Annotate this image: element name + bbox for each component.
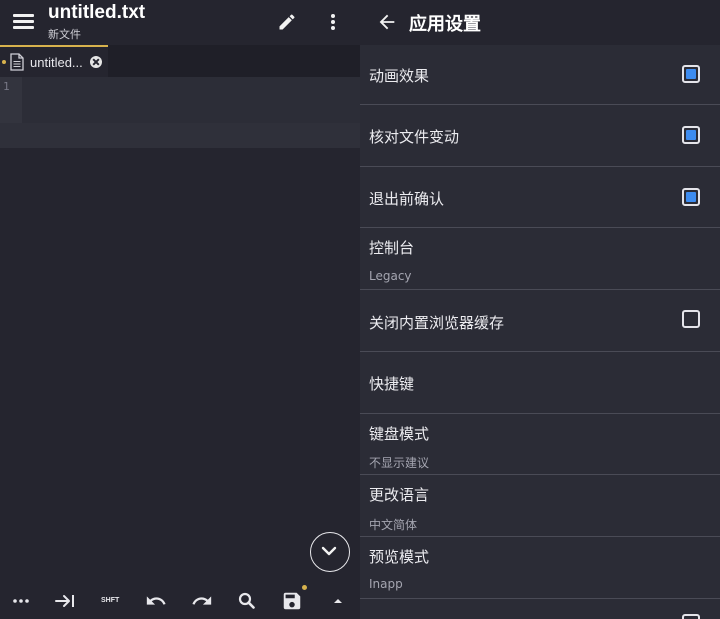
setting-language[interactable]: 更改语言 中文简体 [360, 475, 720, 537]
more-options-icon[interactable] [330, 12, 336, 32]
setting-check-file-changes[interactable]: 核对文件变动 [360, 105, 720, 167]
setting-value: 不显示建议 [369, 456, 430, 470]
setting-label: 退出前确认 [369, 190, 445, 208]
scroll-down-button[interactable] [310, 532, 350, 572]
check-file-changes-checkbox[interactable] [682, 126, 700, 144]
setting-label: 动画效果 [369, 67, 430, 85]
tab-indent-icon[interactable] [54, 590, 76, 612]
setting-value: Inapp [369, 577, 403, 591]
redo-icon[interactable] [191, 590, 213, 612]
undo-icon[interactable] [145, 590, 167, 612]
setting-console[interactable]: 控制台 Legacy [360, 228, 720, 290]
settings-panel: 应用设置 动画效果 核对文件变动 退出前确认 控制台 Legacy 关闭内置浏览… [360, 0, 720, 619]
setting-label: 键盘模式 [369, 425, 430, 443]
text-editor-area[interactable] [22, 77, 360, 123]
editor-divider [0, 123, 360, 148]
setting-confirm-exit[interactable]: 退出前确认 [360, 167, 720, 228]
tab-label: untitled... [30, 55, 83, 70]
save-icon[interactable] [281, 590, 303, 612]
animation-checkbox[interactable] [682, 65, 700, 83]
more-horizontal-icon[interactable] [10, 590, 32, 612]
setting-animation[interactable]: 动画效果 [360, 45, 720, 105]
settings-header: 应用设置 [360, 0, 720, 45]
setting-value: Legacy [369, 269, 412, 283]
document-icon [10, 53, 24, 71]
unsaved-dot [302, 585, 307, 590]
editor-toolbar: untitled.txt 新文件 [0, 0, 360, 45]
setting-disable-browser-cache[interactable]: 关闭内置浏览器缓存 [360, 290, 720, 352]
settings-title: 应用设置 [409, 14, 481, 35]
unsaved-indicator [2, 60, 6, 64]
close-tab-icon[interactable] [90, 56, 102, 68]
setting-keyboard-mode[interactable]: 键盘模式 不显示建议 [360, 414, 720, 475]
back-arrow-icon[interactable] [376, 11, 398, 33]
partial-next-checkbox[interactable] [682, 614, 700, 619]
editor-panel: untitled.txt 新文件 untitled... 1 SHFT [0, 0, 360, 619]
setting-label: 控制台 [369, 239, 415, 257]
file-status: 新文件 [48, 28, 81, 41]
file-tab[interactable]: untitled... [0, 45, 108, 77]
expand-up-icon[interactable] [327, 590, 349, 612]
setting-label: 快捷键 [369, 375, 415, 393]
setting-value: 中文简体 [369, 518, 418, 532]
edit-icon[interactable] [277, 12, 297, 32]
disable-browser-cache-checkbox[interactable] [682, 310, 700, 328]
menu-icon[interactable] [13, 14, 35, 30]
shift-key-button[interactable]: SHFT [101, 597, 119, 604]
setting-label: 更改语言 [369, 486, 430, 504]
file-title: untitled.txt [48, 2, 146, 23]
setting-label: 关闭内置浏览器缓存 [369, 314, 505, 332]
setting-shortcuts[interactable]: 快捷键 [360, 352, 720, 414]
line-number: 1 [3, 80, 10, 93]
confirm-exit-checkbox[interactable] [682, 188, 700, 206]
search-icon[interactable] [236, 590, 258, 612]
setting-preview-mode[interactable]: 预览模式 Inapp [360, 537, 720, 599]
setting-label: 预览模式 [369, 548, 430, 566]
setting-label: 核对文件变动 [369, 128, 460, 146]
tab-bar: untitled... [0, 45, 360, 77]
